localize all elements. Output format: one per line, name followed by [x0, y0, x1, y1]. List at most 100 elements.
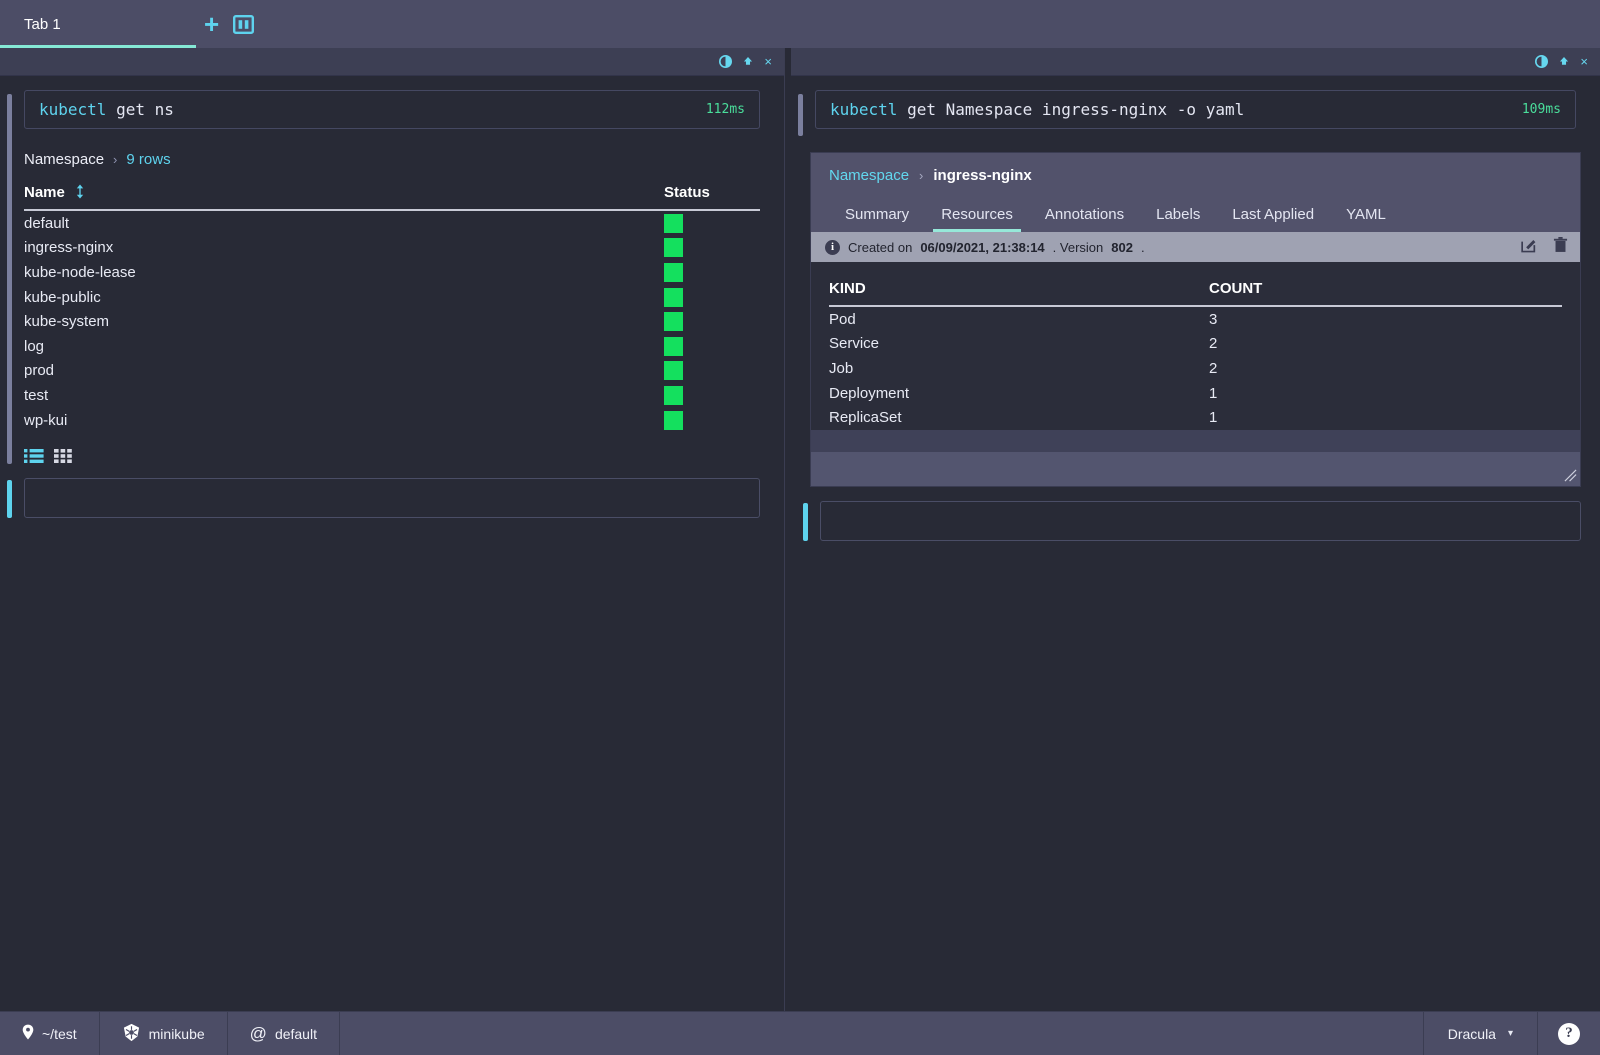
right-command-text: kubectl get Namespace ingress-nginx -o y…: [830, 100, 1508, 119]
tab-bar-actions: +: [196, 0, 255, 48]
right-pane-body: kubectl get Namespace ingress-nginx -o y…: [791, 76, 1600, 1011]
tab-1[interactable]: Tab 1: [0, 0, 196, 48]
sidecar-tab-last-applied[interactable]: Last Applied: [1216, 200, 1330, 232]
table-row[interactable]: Pod 3: [829, 307, 1562, 332]
left-command-row[interactable]: kubectl get ns 112ms: [24, 90, 760, 129]
right-command-duration: 109ms: [1521, 102, 1561, 117]
table-row[interactable]: kube-node-lease: [24, 260, 760, 285]
status-badge: [664, 213, 760, 233]
status-badge: [664, 336, 760, 356]
tab-label: Tab 1: [24, 15, 61, 33]
table-row[interactable]: ReplicaSet 1: [829, 405, 1562, 430]
status-cwd[interactable]: ~/test: [0, 1012, 100, 1055]
status-badge: [664, 385, 760, 405]
status-theme-picker[interactable]: Dracula ▾: [1424, 1012, 1538, 1055]
status-help-button[interactable]: ?: [1538, 1012, 1600, 1055]
namespace-name[interactable]: prod: [24, 362, 664, 379]
sidecar-tab-annotations[interactable]: Annotations: [1029, 200, 1140, 232]
kubernetes-icon: [122, 1023, 141, 1045]
pin-icon[interactable]: [1557, 55, 1571, 68]
resource-count: 2: [1209, 335, 1218, 353]
status-theme-label: Dracula: [1447, 1025, 1496, 1042]
namespace-name[interactable]: kube-public: [24, 289, 664, 306]
sidecar-breadcrumb: Namespace › ingress-nginx: [829, 167, 1562, 184]
resource-kind: Deployment: [829, 384, 910, 402]
namespace-name[interactable]: ingress-nginx: [24, 239, 664, 256]
resource-kind: Job: [829, 359, 854, 377]
namespace-name[interactable]: kube-system: [24, 313, 664, 330]
help-icon: ?: [1558, 1022, 1580, 1045]
namespace-table-body: default ingress-nginx kube-node-lease kube-…: [24, 211, 760, 432]
sidecar-tab-labels[interactable]: Labels: [1140, 200, 1216, 232]
sidecar-tab-resources[interactable]: Resources: [925, 200, 1029, 232]
plus-icon[interactable]: +: [204, 11, 219, 37]
breadcrumb-row-count[interactable]: 9 rows: [126, 151, 170, 168]
status-badge: [664, 287, 760, 307]
sidecar: Namespace › ingress-nginx Summary Resourc…: [810, 152, 1581, 487]
right-command-row[interactable]: kubectl get Namespace ingress-nginx -o y…: [815, 90, 1576, 129]
resource-kind: Service: [829, 335, 880, 353]
edit-icon[interactable]: [1521, 237, 1537, 257]
status-chip: [664, 262, 683, 282]
table-row[interactable]: wp-kui: [24, 408, 760, 433]
namespace-name[interactable]: default: [24, 215, 664, 232]
info-prefix: Created on: [848, 239, 913, 255]
namespace-name[interactable]: wp-kui: [24, 412, 664, 429]
table-row[interactable]: prod: [24, 359, 760, 384]
table-row[interactable]: Service 2: [829, 332, 1562, 357]
sidecar-breadcrumb-link[interactable]: Namespace: [829, 167, 909, 184]
table-row[interactable]: ingress-nginx: [24, 236, 760, 261]
sidecar-breadcrumb-separator: ›: [919, 168, 924, 183]
contrast-icon[interactable]: [719, 55, 733, 68]
right-prompt-block: [791, 487, 1600, 541]
tab-bar: Tab 1 +: [0, 0, 1600, 48]
sidecar-tab-list: Summary Resources Annotations Labels Last Ap…: [829, 200, 1562, 232]
table-row[interactable]: log: [24, 334, 760, 359]
close-icon[interactable]: ×: [764, 55, 772, 68]
status-cluster[interactable]: minikube: [100, 1012, 228, 1055]
sidecar-tab-yaml[interactable]: YAML: [1330, 200, 1402, 232]
main-split-container: × kubectl get ns 112ms Namespace › 9 row…: [0, 48, 1600, 1011]
status-chip: [664, 287, 683, 307]
resources-table-header: KIND COUNT: [829, 280, 1562, 307]
resize-grip-icon[interactable]: [1564, 469, 1577, 484]
grid-view-icon[interactable]: [54, 448, 73, 464]
namespace-name[interactable]: kube-node-lease: [24, 264, 664, 281]
resource-count: 1: [1209, 384, 1218, 402]
info-date: 06/09/2021, 21:38:14: [920, 239, 1045, 255]
resource-kind: ReplicaSet: [829, 409, 902, 427]
status-chip: [664, 312, 683, 332]
status-spacer: [340, 1012, 1424, 1055]
close-icon[interactable]: ×: [1580, 55, 1588, 68]
sidecar-tab-summary[interactable]: Summary: [829, 200, 925, 232]
table-row[interactable]: Job 2: [829, 356, 1562, 381]
table-row[interactable]: kube-public: [24, 285, 760, 310]
info-suffix: .: [1140, 239, 1145, 255]
sidecar-body: KIND COUNT Pod 3 Service 2 Job 2 Deployment 1 Re…: [811, 262, 1580, 430]
table-row[interactable]: default: [24, 211, 760, 236]
contrast-icon[interactable]: [1535, 55, 1549, 68]
chevron-down-icon: ▾: [1507, 1028, 1513, 1039]
status-namespace[interactable]: @ default: [228, 1012, 340, 1055]
resource-count: 1: [1209, 409, 1218, 427]
right-pane-titlebar: ×: [791, 48, 1600, 76]
left-prompt-input[interactable]: [24, 478, 760, 519]
prompt-accent-bar: [803, 502, 808, 541]
status-chip: [664, 336, 683, 356]
column-header-status: Status: [664, 184, 710, 201]
status-namespace-label: default: [274, 1025, 317, 1042]
pin-icon[interactable]: [741, 55, 755, 68]
trash-icon[interactable]: [1553, 237, 1568, 257]
block-accent-bar: [7, 94, 12, 465]
namespace-name[interactable]: test: [24, 387, 664, 404]
right-prompt-input[interactable]: [820, 500, 1581, 541]
table-row[interactable]: Deployment 1: [829, 381, 1562, 406]
sidecar-resize-bar[interactable]: [811, 451, 1580, 486]
table-row[interactable]: kube-system: [24, 309, 760, 334]
list-view-icon[interactable]: [24, 448, 44, 464]
namespace-name[interactable]: log: [24, 338, 664, 355]
status-badge: [664, 312, 760, 332]
table-row[interactable]: test: [24, 383, 760, 408]
split-screen-icon[interactable]: [233, 14, 255, 34]
sort-arrows-icon[interactable]: [75, 184, 85, 201]
